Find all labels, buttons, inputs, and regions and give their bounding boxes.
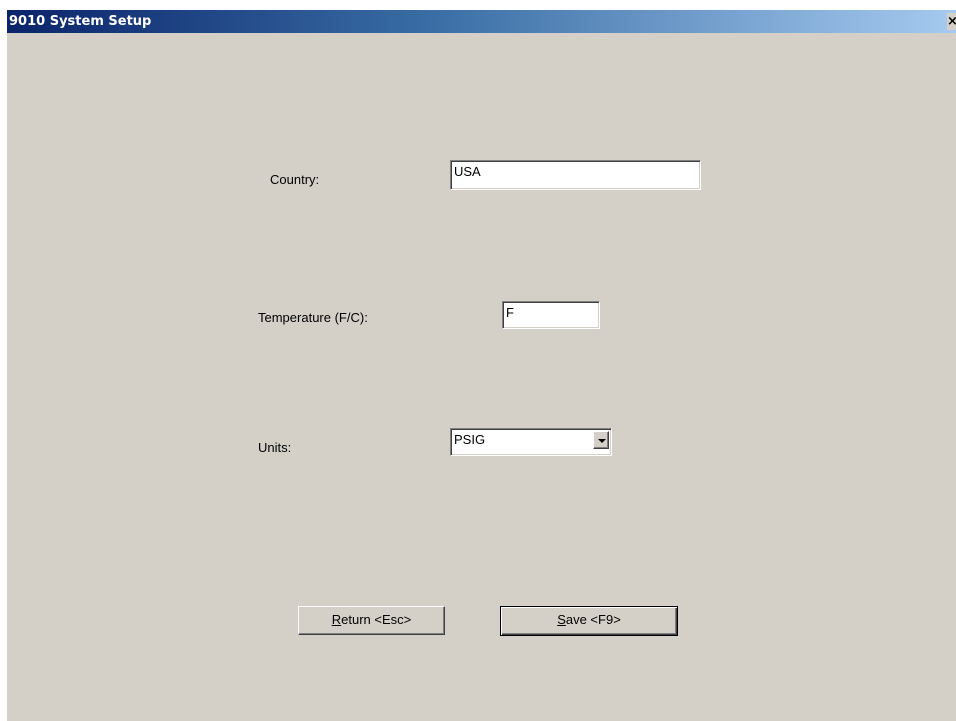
country-input-value: USA (454, 164, 481, 179)
window-title: 9010 System Setup (9, 14, 152, 29)
return-button-mnemonic: R (331, 612, 342, 627)
return-button[interactable]: Return <Esc> (298, 606, 445, 635)
dialog-body: Country: USA Temperature (F/C): F Units:… (7, 33, 956, 721)
setup-window: 9010 System Setup × Country: USA Tempera… (0, 0, 956, 721)
title-bar[interactable]: 9010 System Setup × (7, 10, 956, 33)
save-button[interactable]: Save <F9> (500, 606, 678, 636)
close-icon[interactable]: × (947, 13, 956, 30)
chevron-down-icon[interactable] (593, 431, 609, 449)
units-label: Units: (258, 440, 292, 455)
units-select[interactable]: PSIG (450, 428, 612, 456)
temperature-label: Temperature (F/C): (258, 310, 368, 325)
save-button-label: ave <F9> (565, 612, 621, 627)
country-input[interactable]: USA (450, 160, 701, 190)
temperature-input[interactable]: F (502, 301, 600, 329)
temperature-input-value: F (506, 305, 514, 320)
return-button-label: eturn <Esc> (341, 612, 412, 627)
save-button-mnemonic: S (557, 612, 566, 627)
country-label: Country: (270, 172, 320, 187)
units-select-value: PSIG (454, 432, 486, 447)
